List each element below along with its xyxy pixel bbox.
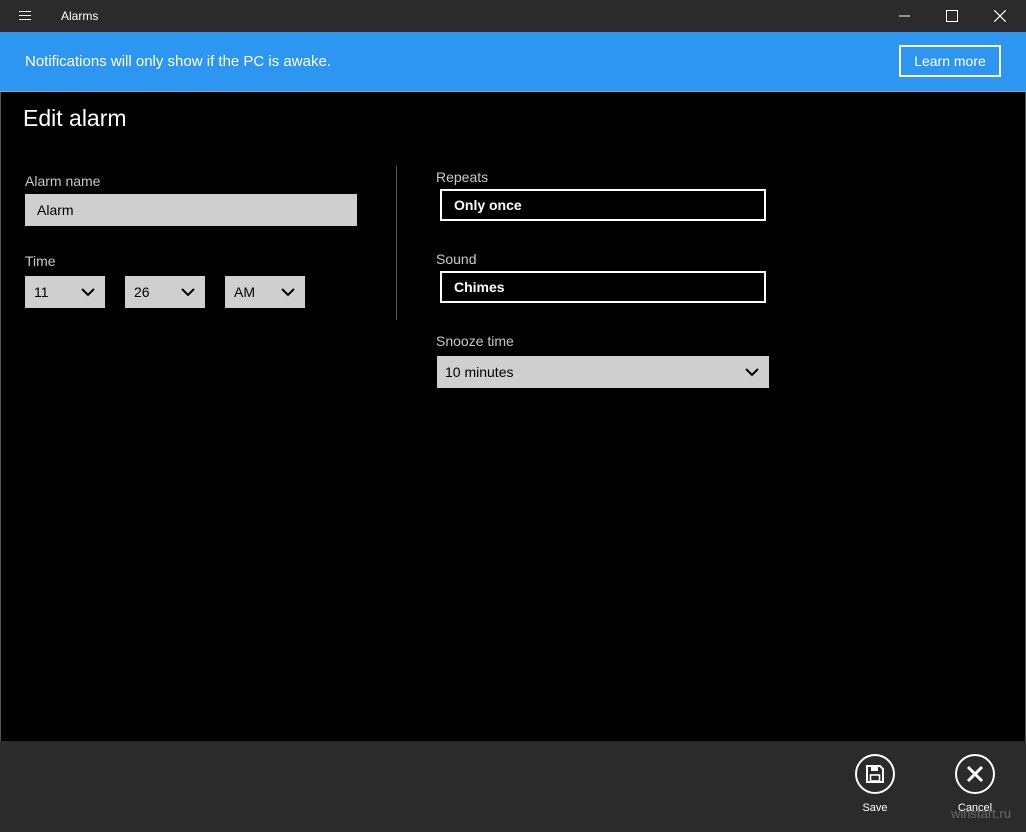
minimize-icon bbox=[899, 15, 910, 17]
hour-picker[interactable]: 11 bbox=[25, 276, 105, 308]
learn-more-button[interactable]: Learn more bbox=[899, 45, 1001, 77]
sound-label: Sound bbox=[436, 251, 477, 267]
save-button[interactable]: Save bbox=[845, 754, 905, 820]
snooze-time-select[interactable]: 10 minutes bbox=[437, 356, 769, 388]
chevron-down-icon bbox=[181, 288, 195, 297]
save-icon bbox=[855, 754, 895, 794]
repeats-button[interactable]: Only once bbox=[440, 189, 766, 221]
window-border-left bbox=[0, 92, 1, 832]
chevron-down-icon bbox=[281, 288, 295, 297]
hour-value: 11 bbox=[34, 284, 49, 300]
alarm-name-label: Alarm name bbox=[25, 173, 101, 189]
alarm-name-input[interactable]: Alarm bbox=[25, 194, 357, 226]
repeats-label: Repeats bbox=[436, 169, 489, 185]
save-label: Save bbox=[862, 802, 888, 814]
close-icon bbox=[994, 10, 1006, 22]
app-title: Alarms bbox=[61, 9, 99, 23]
watermark: winstart.ru bbox=[951, 806, 1011, 821]
time-label: Time bbox=[25, 253, 56, 269]
cancel-icon bbox=[955, 754, 995, 794]
maximize-icon bbox=[946, 10, 958, 22]
chevron-down-icon bbox=[81, 288, 95, 297]
hamburger-icon[interactable] bbox=[14, 8, 36, 24]
snooze-time-value: 10 minutes bbox=[445, 364, 514, 380]
sound-button[interactable]: Chimes bbox=[440, 271, 766, 303]
close-button[interactable] bbox=[977, 0, 1023, 32]
column-divider bbox=[396, 166, 397, 320]
minimize-button[interactable] bbox=[882, 0, 928, 32]
title-bar: Alarms bbox=[0, 0, 1026, 32]
page-title: Edit alarm bbox=[23, 105, 127, 131]
period-picker[interactable]: AM bbox=[225, 276, 305, 308]
minute-picker[interactable]: 26 bbox=[125, 276, 205, 308]
notification-banner: Notifications will only show if the PC i… bbox=[0, 32, 1026, 92]
maximize-button[interactable] bbox=[929, 0, 975, 32]
period-value: AM bbox=[234, 284, 255, 300]
snooze-time-label: Snooze time bbox=[436, 333, 514, 349]
chevron-down-icon bbox=[745, 368, 759, 377]
notification-text: Notifications will only show if the PC i… bbox=[25, 53, 331, 70]
minute-value: 26 bbox=[134, 284, 150, 300]
